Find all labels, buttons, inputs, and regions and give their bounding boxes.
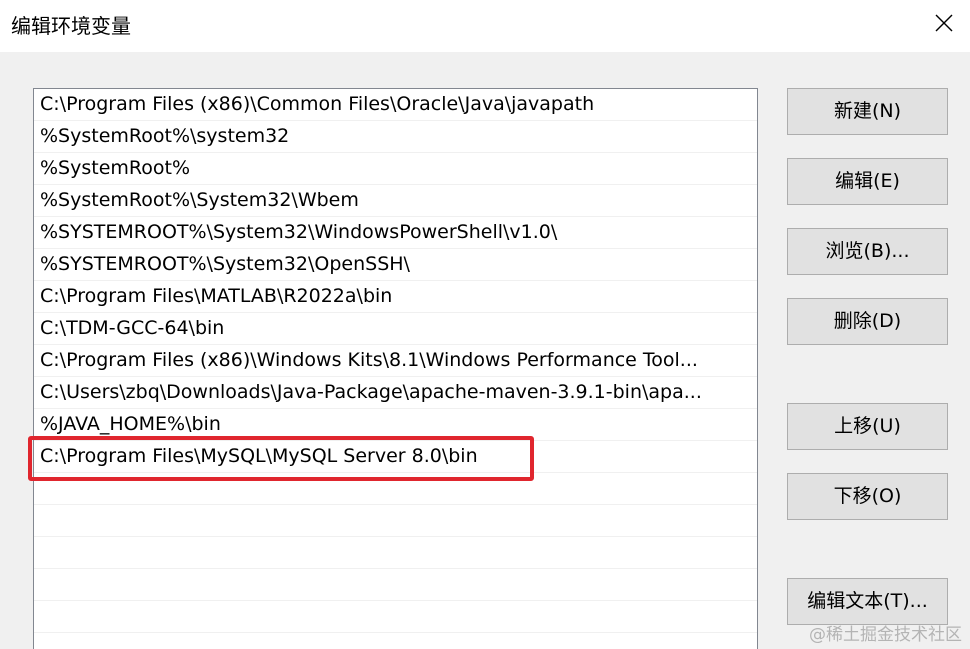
path-list[interactable]: C:\Program Files (x86)\Common Files\Orac… bbox=[33, 88, 758, 649]
new-button[interactable]: 新建(N) bbox=[787, 88, 948, 135]
empty-list-row[interactable] bbox=[34, 473, 757, 505]
list-item[interactable]: %SYSTEMROOT%\System32\WindowsPowerShell\… bbox=[34, 217, 757, 249]
title-bar: 编辑环境变量 bbox=[0, 0, 970, 52]
list-item[interactable]: %SystemRoot%\System32\Wbem bbox=[34, 185, 757, 217]
delete-button[interactable]: 删除(D) bbox=[787, 298, 948, 345]
edit-environment-variable-dialog: 编辑环境变量 C:\Program Files (x86)\Common Fil… bbox=[0, 0, 970, 649]
empty-list-row[interactable] bbox=[34, 601, 757, 633]
list-item-mysql-bin[interactable]: C:\Program Files\MySQL\MySQL Server 8.0\… bbox=[34, 441, 757, 473]
close-button[interactable] bbox=[918, 0, 970, 46]
empty-list-row[interactable] bbox=[34, 537, 757, 569]
list-item[interactable]: C:\Program Files (x86)\Common Files\Orac… bbox=[34, 89, 757, 121]
list-item[interactable]: C:\Program Files\MATLAB\R2022a\bin bbox=[34, 281, 757, 313]
list-item[interactable]: %SYSTEMROOT%\System32\OpenSSH\ bbox=[34, 249, 757, 281]
browse-button[interactable]: 浏览(B)... bbox=[787, 228, 948, 275]
empty-list-row[interactable] bbox=[34, 505, 757, 537]
list-item[interactable]: %SystemRoot%\system32 bbox=[34, 121, 757, 153]
list-item[interactable]: C:\Users\zbq\Downloads\Java-Package\apac… bbox=[34, 377, 757, 409]
close-icon bbox=[935, 14, 953, 32]
edit-button[interactable]: 编辑(E) bbox=[787, 158, 948, 205]
dialog-title: 编辑环境变量 bbox=[11, 14, 131, 38]
list-item[interactable]: %JAVA_HOME%\bin bbox=[34, 409, 757, 441]
move-up-button[interactable]: 上移(U) bbox=[787, 403, 948, 450]
empty-list-row[interactable] bbox=[34, 569, 757, 601]
list-item[interactable]: %SystemRoot% bbox=[34, 153, 757, 185]
list-item[interactable]: C:\Program Files (x86)\Windows Kits\8.1\… bbox=[34, 345, 757, 377]
list-item[interactable]: C:\TDM-GCC-64\bin bbox=[34, 313, 757, 345]
edit-text-button[interactable]: 编辑文本(T)... bbox=[787, 578, 948, 625]
empty-list-row[interactable] bbox=[34, 633, 757, 649]
move-down-button[interactable]: 下移(O) bbox=[787, 473, 948, 520]
